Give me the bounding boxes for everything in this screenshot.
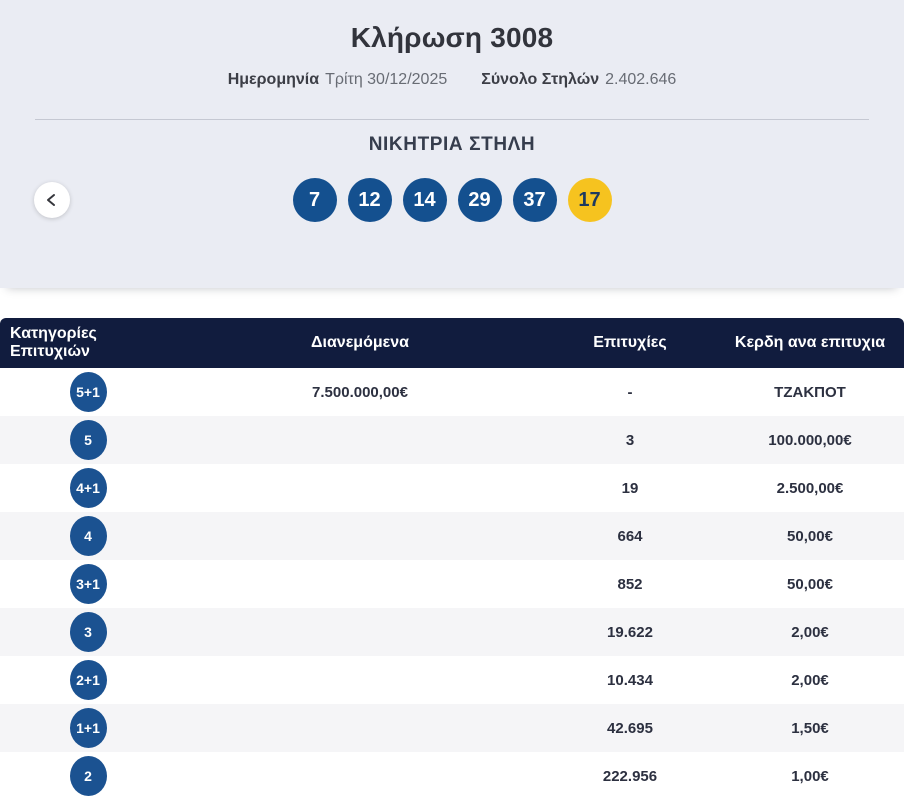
table-header-cell: Διανεμόμενα <box>311 334 409 351</box>
prize-cell: 50,00€ <box>787 527 833 545</box>
prize-cell: 100.000,00€ <box>768 431 852 449</box>
category-cell: 5 <box>0 420 176 460</box>
winning-number-ball: 37 <box>512 178 557 222</box>
prize-cell: 2,00€ <box>791 623 829 641</box>
table-row: 5+1 7.500.000,00€ - ΤΖΑΚΠΟΤ <box>0 368 904 416</box>
divider <box>35 119 869 120</box>
draw-meta: Ημερομηνία Τρίτη 30/12/2025 Σύνολο Στηλών 2… <box>0 70 904 89</box>
winning-column-heading: ΝΙΚΗΤΡΙΑ ΣΤΗΛΗ <box>368 134 536 155</box>
winners-cell: 19.622 <box>607 623 653 641</box>
table-row: 4 664 50,00€ <box>0 512 904 560</box>
winning-numbers: 7 12 14 29 37 17 <box>0 178 904 222</box>
distributed-cell: 7.500.000,00€ <box>312 383 408 401</box>
prize-cell: ΤΖΑΚΠΟΤ <box>774 383 846 401</box>
winners-cell: 42.695 <box>607 719 653 737</box>
category-cell: 5+1 <box>0 372 176 412</box>
total-columns-value: 2.402.646 <box>605 71 677 88</box>
winners-cell: 222.956 <box>602 767 658 785</box>
category-cell: 2+1 <box>0 660 176 700</box>
prize-cell: 2.500,00€ <box>776 479 844 497</box>
winning-number-ball: 12 <box>347 178 392 222</box>
table-row: 3 19.622 2,00€ <box>0 608 904 656</box>
total-columns-label: Σύνολο Στηλών <box>481 71 600 88</box>
winners-cell: 852 <box>617 575 643 593</box>
results-table: Κατηγορίες Επιτυχιών Διανεμόμενα Επιτυχίες… <box>0 318 904 800</box>
winning-number-ball: 29 <box>457 178 502 222</box>
previous-draw-button[interactable] <box>34 182 70 218</box>
category-badge: 2+1 <box>69 660 107 700</box>
table-header-cell: Κερδη ανα επιτυχια <box>734 334 886 351</box>
winners-cell: - <box>627 383 633 401</box>
prize-cell: 1,50€ <box>791 719 829 737</box>
category-cell: 1+1 <box>0 708 176 748</box>
page-title: Κλήρωση 3008 <box>350 22 554 53</box>
bonus-number-ball: 17 <box>567 178 612 222</box>
category-badge: 5 <box>69 420 107 460</box>
winning-number-ball: 14 <box>402 178 447 222</box>
category-cell: 3+1 <box>0 564 176 604</box>
category-badge: 1+1 <box>69 708 107 748</box>
prize-cell: 1,00€ <box>791 767 829 785</box>
category-cell: 4 <box>0 516 176 556</box>
winning-number-ball: 7 <box>292 178 337 222</box>
winners-cell: 3 <box>625 431 635 449</box>
table-row: 1+1 42.695 1,50€ <box>0 704 904 752</box>
winners-cell: 664 <box>617 527 643 545</box>
category-badge: 4 <box>69 516 107 556</box>
date-value: Τρίτη 30/12/2025 <box>325 71 448 88</box>
table-row: 5 3 100.000,00€ <box>0 416 904 464</box>
category-badge: 4+1 <box>69 468 107 508</box>
table-row: 2+1 10.434 2,00€ <box>0 656 904 704</box>
category-cell: 2 <box>0 756 176 796</box>
category-cell: 4+1 <box>0 468 176 508</box>
category-badge: 2 <box>69 756 107 796</box>
category-cell: 3 <box>0 612 176 652</box>
table-header-row: Κατηγορίες Επιτυχιών Διανεμόμενα Επιτυχίες… <box>0 318 904 368</box>
table-row: 4+1 19 2.500,00€ <box>0 464 904 512</box>
category-badge: 3+1 <box>69 564 107 604</box>
category-badge: 3 <box>69 612 107 652</box>
table-row: 3+1 852 50,00€ <box>0 560 904 608</box>
category-badge: 5+1 <box>69 372 107 412</box>
table-header-cell: Επιτυχίες <box>593 334 667 351</box>
winners-cell: 19 <box>621 479 639 497</box>
winners-cell: 10.434 <box>607 671 653 689</box>
draw-summary-section: Κλήρωση 3008 Ημερομηνία Τρίτη 30/12/2025 Σ… <box>0 0 904 288</box>
chevron-left-icon <box>47 194 55 206</box>
date-label: Ημερομηνία <box>227 71 320 88</box>
table-body: 5+1 7.500.000,00€ - ΤΖΑΚΠΟΤ 5 3 100.000,00€ 4+1… <box>0 368 904 800</box>
table-row: 2 222.956 1,00€ <box>0 752 904 800</box>
table-header-cell: Κατηγορίες Επιτυχιών <box>10 325 97 360</box>
prize-cell: 50,00€ <box>787 575 833 593</box>
prize-cell: 2,00€ <box>791 671 829 689</box>
